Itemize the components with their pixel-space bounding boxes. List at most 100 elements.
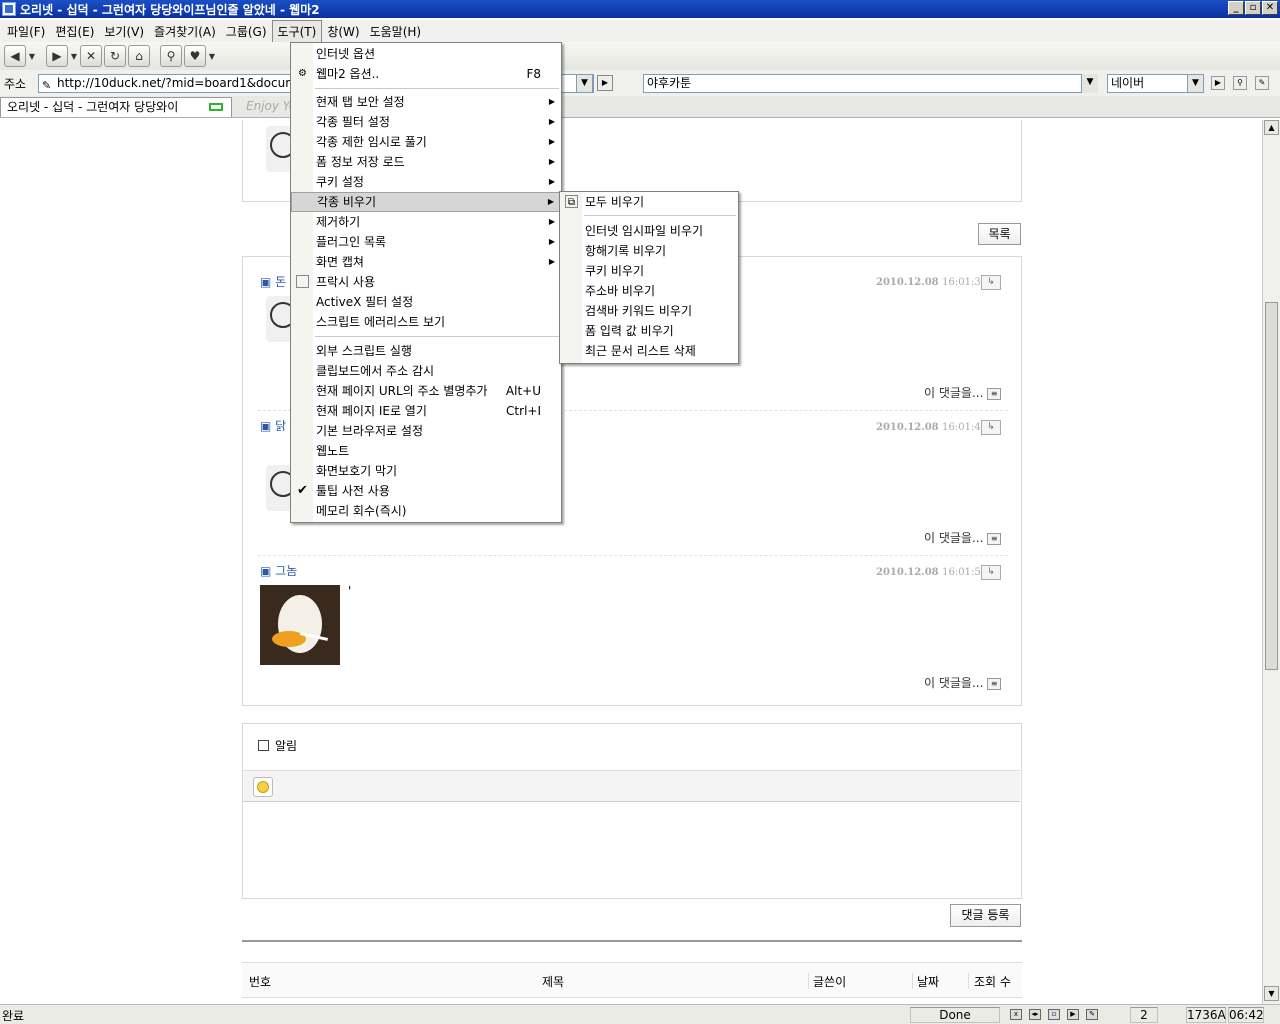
menu-block-screensaver[interactable]: 화면보호기 막기 [291, 461, 561, 481]
menu-clear-temp-files[interactable]: 인터넷 임시파일 비우기 [560, 221, 738, 241]
menu-tooltip-dictionary[interactable]: ✔ 툴팁 사전 사용 [291, 481, 561, 501]
comment-reply-link[interactable]: 이 댓글을... ≡ [924, 674, 1002, 691]
pencil-icon[interactable]: ✎ [1255, 76, 1269, 90]
restore-button[interactable]: ▫ [1245, 1, 1261, 15]
status-icon-3[interactable]: ▫ [1048, 1009, 1060, 1020]
menu-proxy[interactable]: 프락시 사용 [291, 272, 561, 292]
comment-date: 2010.12.08 16:01:51 [876, 567, 988, 578]
menu-clipboard-watch[interactable]: 클립보드에서 주소 감시 [291, 361, 561, 381]
toolbar: ◀ ▼ ▶ ▼ ✕ ↻ ⌂ ⚲ ♥ ▼ [0, 42, 1280, 70]
search-engine-select[interactable]: 네이버 ▼ [1107, 74, 1204, 93]
tab-inactive[interactable]: Enjoy Yo [246, 99, 296, 113]
menu-script-errors[interactable]: 스크립트 에러리스트 보기 [291, 312, 561, 332]
search-dropdown[interactable]: ▼ [1081, 74, 1098, 93]
reply-icon[interactable]: ↳ [981, 565, 1001, 580]
menu-clear-cookies[interactable]: 쿠키 비우기 [560, 261, 738, 281]
reply-icon[interactable]: ↳ [981, 420, 1001, 435]
menu-tools[interactable]: 도구(T) [271, 19, 323, 43]
menu-clear-recent-docs[interactable]: 최근 문서 리스트 삭제 [560, 341, 738, 361]
list-button[interactable]: 목록 [978, 223, 1021, 245]
menu-memory-reclaim[interactable]: 메모리 회수(즉시) [291, 501, 561, 521]
back-icon[interactable]: ◀ [4, 45, 26, 67]
window-title: 오리넷 - 십덕 - 그런여자 당당와이프님인줄 알았네 - 웹마2 [20, 2, 320, 17]
menu-window[interactable]: 창(W) [322, 21, 364, 42]
title-bar: 오리넷 - 십덕 - 그런여자 당당와이프님인줄 알았네 - 웹마2 _ ▫ ✕ [0, 0, 1280, 18]
menu-remove[interactable]: 제거하기 ▶ [291, 212, 561, 232]
menu-activex-filter[interactable]: ActiveX 필터 설정 [291, 292, 561, 312]
scroll-thumb[interactable] [1265, 302, 1278, 670]
favorites-dropdown[interactable]: ▼ [208, 52, 216, 61]
duck-avatar-image [260, 585, 340, 665]
menu-clear-address-bar[interactable]: 주소바 비우기 [560, 281, 738, 301]
menu-internet-options[interactable]: 인터넷 옵션 [291, 44, 561, 64]
status-state: Done [910, 1007, 1000, 1023]
menu-cookie-settings[interactable]: 쿠키 설정 ▶ [291, 172, 561, 192]
chevron-down-icon[interactable]: ▼ [1187, 75, 1203, 92]
menu-edit[interactable]: 편집(E) [50, 21, 99, 42]
menu-file[interactable]: 파일(F) [2, 21, 50, 42]
status-icon-5[interactable]: ✎ [1086, 1009, 1098, 1020]
home-icon[interactable]: ⌂ [128, 45, 150, 67]
menu-bar: 파일(F) 편집(E) 보기(V) 즐겨찾기(A) 그룹(G) 도구(T) 창(… [0, 19, 1280, 43]
menu-group[interactable]: 그룹(G) [221, 21, 272, 42]
menu-clear-search-keywords[interactable]: 검색바 키워드 비우기 [560, 301, 738, 321]
comment-reply-link[interactable]: 이 댓글을... ≡ [924, 384, 1002, 401]
page-icon: ✎ [42, 79, 52, 92]
forward-dropdown[interactable]: ▼ [70, 52, 78, 61]
menu-clear-history[interactable]: 항해기록 비우기 [560, 241, 738, 261]
play-icon[interactable]: ▶ [1067, 1009, 1079, 1020]
menu-plugin-list[interactable]: 플러그인 목록 ▶ [291, 232, 561, 252]
menu-clear-all[interactable]: ⧉ 모두 비우기 [560, 192, 738, 212]
comment-reply-link[interactable]: 이 댓글을... ≡ [924, 529, 1002, 546]
stop-icon[interactable]: ✕ [80, 45, 102, 67]
col-author: 글쓴이 [813, 975, 847, 989]
menu-webnote[interactable]: 웹노트 [291, 441, 561, 461]
menu-webma-options[interactable]: ⚙ 웹마2 옵션.. F8 [291, 64, 561, 84]
forward-icon[interactable]: ▶ [46, 45, 68, 67]
status-memory: 1736A [1186, 1007, 1226, 1023]
menu-clear-various[interactable]: 각종 비우기 ▶ [291, 192, 561, 212]
refresh-icon[interactable]: ↻ [104, 45, 126, 67]
close-button[interactable]: ✕ [1262, 1, 1278, 15]
menu-default-browser[interactable]: 기본 브라우저로 설정 [291, 421, 561, 441]
notify-checkbox[interactable]: 알림 [258, 737, 297, 754]
comment-author[interactable]: ▣ 닭 [260, 417, 286, 434]
address-dropdown[interactable]: ▼ [576, 74, 593, 93]
menu-filter-settings[interactable]: 각종 필터 설정 ▶ [291, 112, 561, 132]
menu-view[interactable]: 보기(V) [99, 21, 149, 42]
emoji-toolbar [243, 770, 1020, 802]
reply-icon[interactable]: ↳ [981, 275, 1001, 290]
minimize-button[interactable]: _ [1228, 1, 1244, 15]
go-button[interactable]: ▶ [597, 75, 613, 91]
back-dropdown[interactable]: ▼ [28, 52, 36, 61]
status-clock: 06:42 [1228, 1007, 1264, 1023]
menu-form-info[interactable]: 폼 정보 저장 로드 ▶ [291, 152, 561, 172]
menu-url-alias[interactable]: 현재 페이지 URL의 주소 별명추가 Alt+U [291, 381, 561, 401]
submit-comment-button[interactable]: 댓글 등록 [950, 904, 1021, 927]
menu-clear-form-values[interactable]: 폼 입력 값 비우기 [560, 321, 738, 341]
status-icon-2[interactable]: ◂▸ [1029, 1009, 1041, 1020]
menu-favorites[interactable]: 즐겨찾기(A) [149, 21, 221, 42]
comment-author[interactable]: ▣ 그놈 [260, 562, 297, 579]
scroll-up-icon[interactable]: ▲ [1264, 120, 1279, 135]
magnifier-icon[interactable]: ⚲ [1233, 76, 1247, 90]
menu-tab-security[interactable]: 현재 탭 보안 설정 ▶ [291, 92, 561, 112]
gear-icon: ⚙ [298, 68, 307, 79]
favorites-icon[interactable]: ♥ [184, 45, 206, 67]
search-input[interactable]: 야후카툰 [643, 74, 1098, 93]
menu-external-script[interactable]: 외부 스크립트 실행 [291, 341, 561, 361]
comment-textarea[interactable] [244, 804, 1020, 897]
tab-active[interactable]: 오리넷 - 십덕 - 그런여자 당당와이 [0, 97, 232, 117]
status-icon-1[interactable]: x [1010, 1009, 1022, 1020]
vertical-scrollbar[interactable]: ▲ ▼ [1262, 120, 1280, 1004]
search-icon[interactable]: ⚲ [160, 45, 182, 67]
emoticon-icon[interactable] [253, 777, 273, 797]
comment-author[interactable]: ▣ 돈 [260, 273, 286, 290]
search-go-button[interactable]: ▶ [1211, 76, 1225, 90]
menu-screen-capture[interactable]: 화면 캡쳐 ▶ [291, 252, 561, 272]
menu-help[interactable]: 도움말(H) [365, 21, 427, 42]
tab-bar: 오리넷 - 십덕 - 그런여자 당당와이 Enjoy Yo [0, 96, 1280, 118]
menu-temp-unlock[interactable]: 각종 제한 임시로 풀기 ▶ [291, 132, 561, 152]
scroll-down-icon[interactable]: ▼ [1264, 986, 1279, 1001]
menu-open-in-ie[interactable]: 현재 페이지 IE로 열기 Ctrl+I [291, 401, 561, 421]
